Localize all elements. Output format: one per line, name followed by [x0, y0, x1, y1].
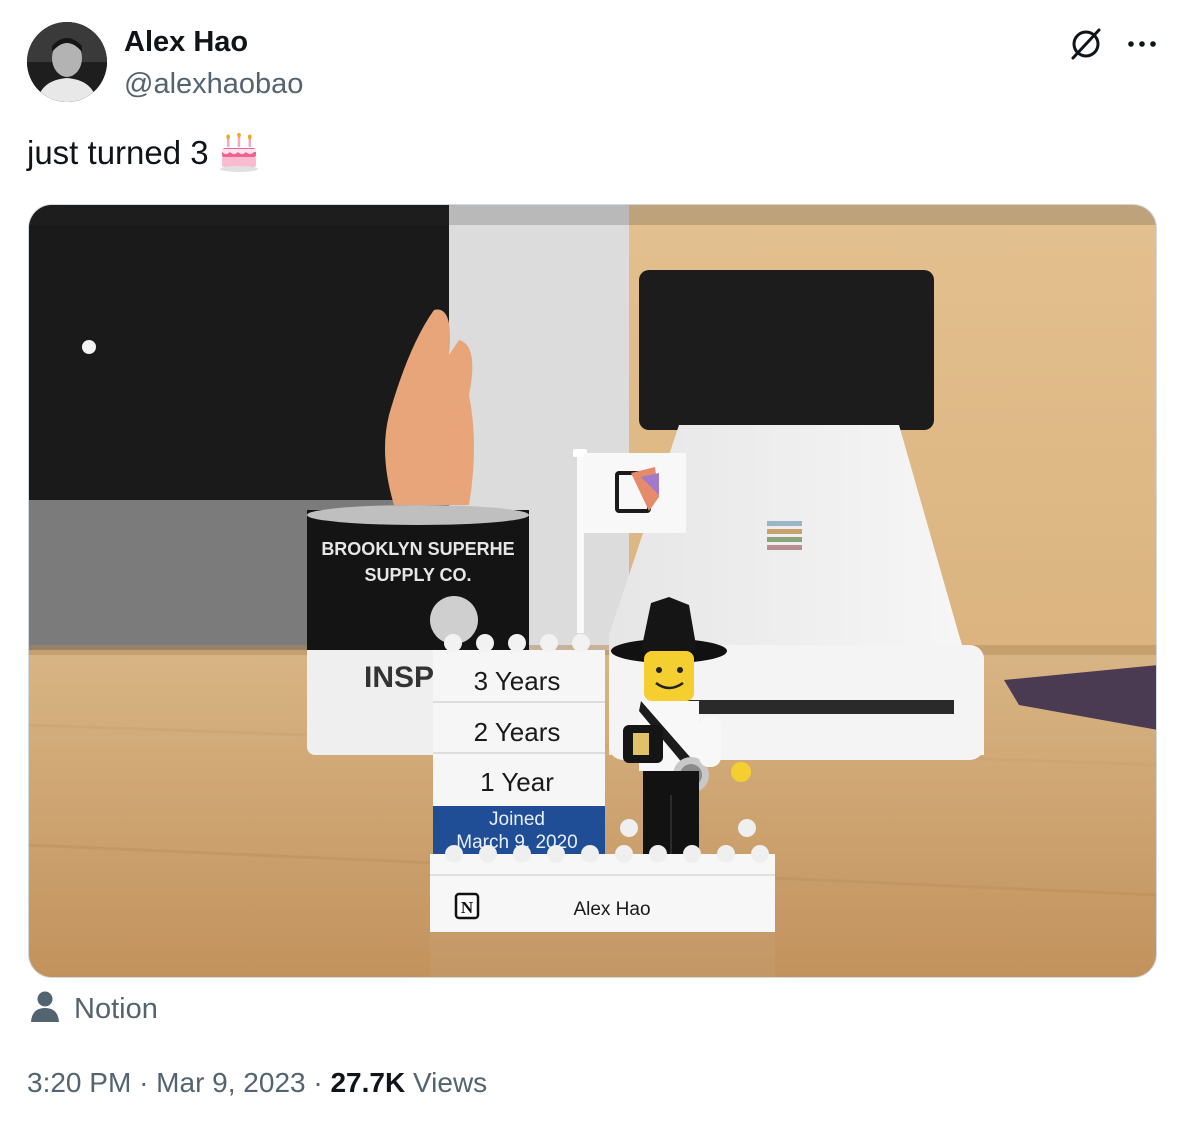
grok-icon[interactable] — [1066, 24, 1106, 64]
views-count: 27.7K — [330, 1067, 406, 1098]
tweet-text: just turned 3 — [27, 132, 259, 173]
tweet-photo[interactable]: BROOKLYN SUPERHE SUPPLY CO. INSP 3 Years — [28, 204, 1157, 978]
tweet-time: 3:20 PM — [27, 1067, 132, 1098]
birthday-cake-icon — [219, 132, 259, 173]
block-2-years: 2 Years — [474, 717, 561, 747]
block-1-year: 1 Year — [480, 767, 554, 797]
author-avatar[interactable] — [27, 22, 107, 102]
views-label: Views — [412, 1067, 488, 1098]
lego-anniversary-photo: BROOKLYN SUPERHE SUPPLY CO. INSP 3 Years — [29, 205, 1156, 977]
tweet-time-link[interactable]: 3:20 PM · Mar 9, 2023 — [27, 1067, 306, 1098]
tweet-text-content: just turned 3 — [27, 134, 209, 171]
person-icon — [30, 990, 60, 1029]
meta-separator: · — [139, 1067, 149, 1098]
avatar-photo — [27, 22, 107, 102]
tweet-meta: 3:20 PM · Mar 9, 2023 · 27.7K Views — [27, 1067, 487, 1099]
can-label-insp: INSP — [364, 661, 434, 694]
can-label-line2: SUPPLY CO. — [364, 565, 471, 585]
block-joined-label: Joined — [489, 809, 545, 830]
nameplate-text: Alex Hao — [573, 899, 650, 920]
tagged-user[interactable]: Notion — [30, 990, 158, 1029]
more-options-icon[interactable] — [1122, 24, 1162, 64]
author-handle[interactable]: @alexhaobao — [124, 68, 303, 101]
author-name[interactable]: Alex Hao — [124, 26, 248, 59]
tagged-user-label: Notion — [74, 993, 158, 1025]
block-3-years: 3 Years — [474, 666, 561, 696]
tweet-date: Mar 9, 2023 — [156, 1067, 306, 1098]
meta-separator: · — [313, 1067, 323, 1098]
can-label-line1: BROOKLYN SUPERHE — [321, 539, 514, 559]
svg-text:N: N — [461, 898, 474, 917]
